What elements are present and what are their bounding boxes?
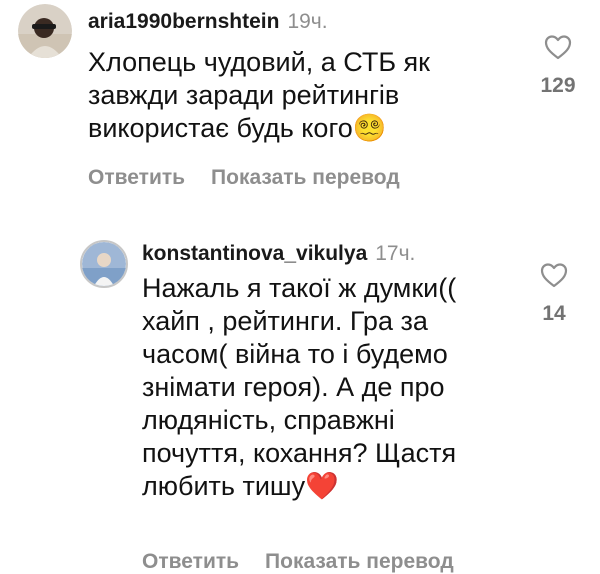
username-text[interactable]: konstantinova_vikulya (142, 242, 367, 265)
comment-text: Хлопець чудовий, а СТБ як завжди заради … (88, 47, 430, 143)
like-control: 14 (528, 262, 580, 326)
heart-outline-icon[interactable] (528, 262, 580, 288)
like-control: 129 (532, 34, 584, 98)
comment-actions: Ответить Показать перевод (88, 166, 426, 190)
comment-text: Нажаль я такої ж думки(( хайп , рейтинги… (142, 273, 457, 501)
comment-timestamp: 17ч. (375, 242, 416, 265)
comment-actions: Ответить Показать перевод (142, 550, 480, 574)
comment-2: konstantinova_vikulya 17ч. Нажаль я такої… (0, 220, 600, 573)
show-translation-button[interactable]: Показать перевод (265, 550, 454, 573)
avatar[interactable] (80, 240, 128, 288)
comment-timestamp: 19ч. (287, 10, 328, 33)
comment-1: aria1990bernshtein 19ч. Хлопець чудовий, … (0, 0, 600, 200)
comment-username[interactable]: aria1990bernshtein 19ч. (88, 10, 328, 34)
reply-button[interactable]: Ответить (142, 550, 239, 573)
comment-username[interactable]: konstantinova_vikulya 17ч. (142, 242, 415, 266)
like-count: 129 (540, 74, 576, 97)
heart-outline-icon[interactable] (532, 34, 584, 60)
reply-button[interactable]: Ответить (88, 166, 185, 189)
username-text[interactable]: aria1990bernshtein (88, 10, 279, 33)
show-translation-button[interactable]: Показать перевод (211, 166, 400, 189)
avatar[interactable] (18, 4, 72, 58)
like-count: 14 (542, 302, 566, 325)
